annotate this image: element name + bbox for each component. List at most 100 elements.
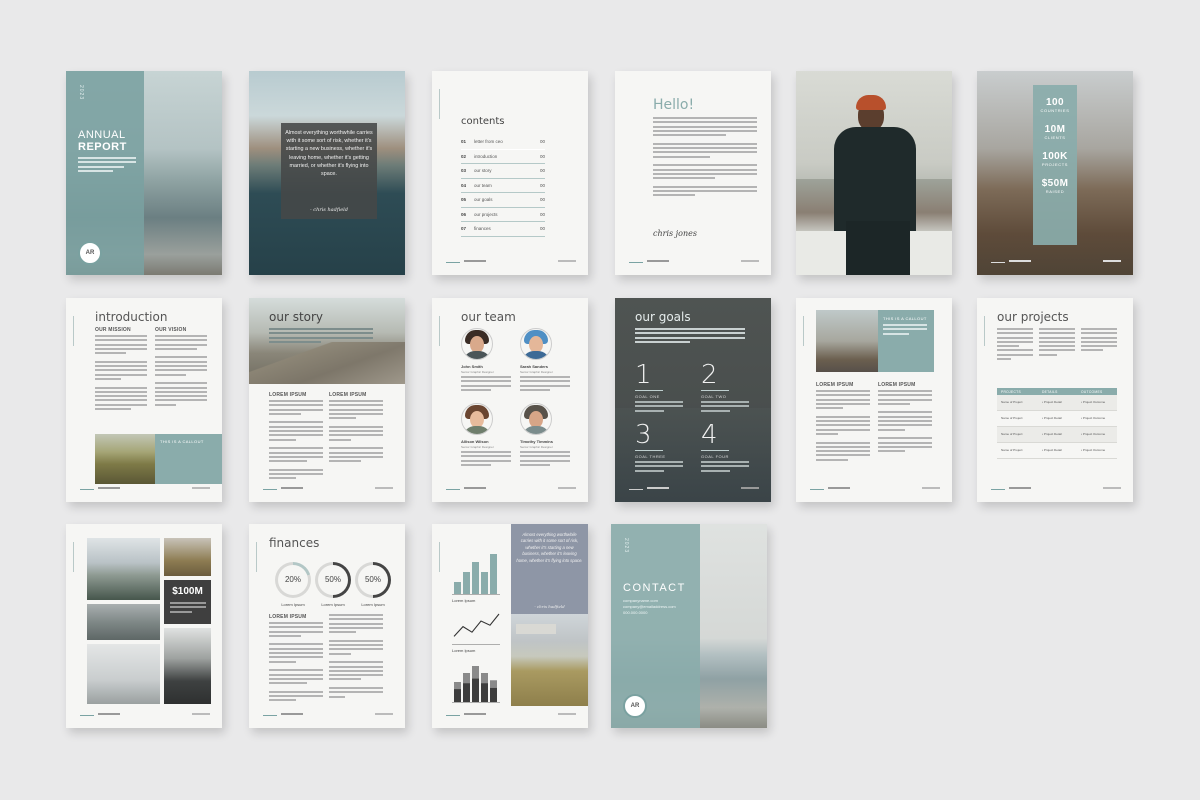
stat-value: 100K (1042, 151, 1068, 162)
finance-ring-value: 50% (364, 575, 381, 584)
story-intro (269, 328, 373, 345)
finance-ring-label: Lorem Ipsum (321, 602, 345, 607)
gallery-photo-snow (87, 538, 160, 600)
member-role: Senior Graphic Designer (461, 445, 494, 449)
table-cell: • Project Detail (1042, 400, 1062, 404)
contents-item[interactable]: 06 our projects 00 (461, 208, 545, 222)
chart-bar-segment (463, 673, 470, 684)
projects-col2 (1039, 328, 1075, 358)
contents-page: contents 01 letter from ceo 00 02 introducti… (432, 71, 588, 275)
goal-divider (701, 450, 729, 451)
chart2-label: Lorem Ipsum (452, 648, 476, 653)
stat-value: 100 (1046, 97, 1064, 108)
quote-signature: - chris hadfield (310, 207, 348, 213)
side-line (439, 542, 440, 572)
contact-logo: AR (623, 694, 647, 718)
page-footer (629, 487, 759, 492)
gallery-photo-birds (87, 644, 160, 704)
table-cell: • Project Outcome (1081, 400, 1106, 404)
bar-chart-3 (452, 666, 500, 703)
goal-divider (635, 450, 663, 451)
intro-col2 (155, 335, 207, 408)
contents-item-label: finances (474, 226, 491, 231)
goal-number: 3 (635, 420, 652, 450)
member-role: Senior Graphic Designer (520, 370, 553, 374)
contents-item[interactable]: 04 our team 00 (461, 179, 545, 193)
story-title: our story (269, 310, 324, 324)
finances-heading: LOREM IPSUM (269, 614, 307, 620)
page-footer (991, 260, 1121, 265)
member-name: Sarah Sanders (520, 364, 549, 369)
finances-col2 (329, 614, 383, 700)
contents-item[interactable]: 05 our goals 00 (461, 193, 545, 208)
contents-item[interactable]: 02 introduction 00 (461, 150, 545, 164)
contents-item-page: 00 (539, 153, 545, 159)
page-footer (80, 713, 210, 718)
intro-title: introduction (95, 310, 168, 324)
contact-year: 2023 (623, 538, 629, 554)
contents-item[interactable]: 03 our story 00 (461, 164, 545, 179)
hello-text (653, 117, 757, 199)
goal-label: GOAL FOUR (701, 454, 729, 459)
chart-bar-segment (481, 673, 488, 684)
line-chart (452, 613, 500, 645)
table-header: OUTCOMES (1081, 389, 1103, 394)
table-cell: • Project Outcome (1081, 432, 1106, 436)
story-mountains (249, 342, 405, 384)
callout-col1-heading: LOREM IPSUM (816, 382, 854, 388)
goal-number: 4 (701, 420, 718, 450)
stat-label: RAISED (1045, 189, 1065, 194)
intro-callout: THIS IS A CALLOUT (160, 439, 204, 444)
callout-col1 (816, 390, 870, 463)
projects-table-header: PROJECTS DETAILS OUTCOMES (997, 388, 1117, 395)
charts-barn (516, 624, 556, 634)
gallery-photo-field (164, 538, 211, 576)
contents-item-label: our goals (474, 197, 493, 202)
stat-label: CLIENTS (1044, 135, 1066, 140)
finance-ring-inner: 50% (358, 565, 388, 595)
page-footer (263, 487, 393, 492)
callout-text (883, 324, 927, 337)
chart-bar (454, 582, 461, 594)
contents-list: 01 letter from ceo 00 02 introduction 00 03 our… (461, 135, 545, 237)
projects-title: our projects (997, 310, 1069, 324)
member-name: Timothy Timmins (520, 439, 553, 444)
contents-item[interactable]: 01 letter from ceo 00 (461, 135, 545, 150)
finance-ring-inner: 50% (318, 565, 348, 595)
table-cell: • Project Detail (1042, 432, 1062, 436)
member-role: Senior Graphic Designer (520, 445, 553, 449)
contents-item-label: our story (474, 168, 492, 173)
projects-col3 (1081, 328, 1117, 354)
chart-bar (481, 572, 488, 594)
contents-item-number: 01 (461, 139, 467, 144)
member-role: Senior Graphic Designer (461, 370, 494, 374)
finance-ring-value: 50% (324, 575, 341, 584)
contents-item-page: 00 (539, 197, 545, 202)
hello-signature: chris jones (653, 229, 697, 238)
contents-item-label: introduction (474, 153, 498, 159)
contents-item-number: 04 (461, 182, 467, 188)
cover-year: 2023 (78, 85, 84, 101)
chart-line (453, 613, 500, 637)
contents-item[interactable]: 07 finances 00 (461, 222, 545, 237)
side-line (256, 542, 257, 572)
avatar (461, 328, 493, 360)
finances-title: finances (269, 536, 320, 550)
contents-item-label: our team (474, 182, 492, 188)
goal-number: 2 (701, 360, 718, 390)
gallery-photo-rock (164, 628, 211, 704)
cover-text (78, 157, 136, 174)
introduction-page: introduction OUR MISSION OUR VISION THIS… (66, 298, 222, 502)
page-footer (446, 260, 576, 265)
table-header: DETAILS (1042, 389, 1058, 394)
stat-value: 10M (1044, 124, 1066, 135)
page-footer (263, 713, 393, 718)
goal-number: 1 (635, 360, 652, 390)
page-footer (810, 487, 940, 492)
goals-title: our goals (635, 310, 691, 324)
charts-signature: - chris hadfield (534, 604, 565, 609)
gallery-page: $100M (66, 524, 222, 728)
projects-page: our projects PROJECTS DETAILS OUTCOMES N… (977, 298, 1133, 502)
avatar (461, 403, 493, 435)
contact-line-3: 000.000.0000 (623, 610, 648, 615)
